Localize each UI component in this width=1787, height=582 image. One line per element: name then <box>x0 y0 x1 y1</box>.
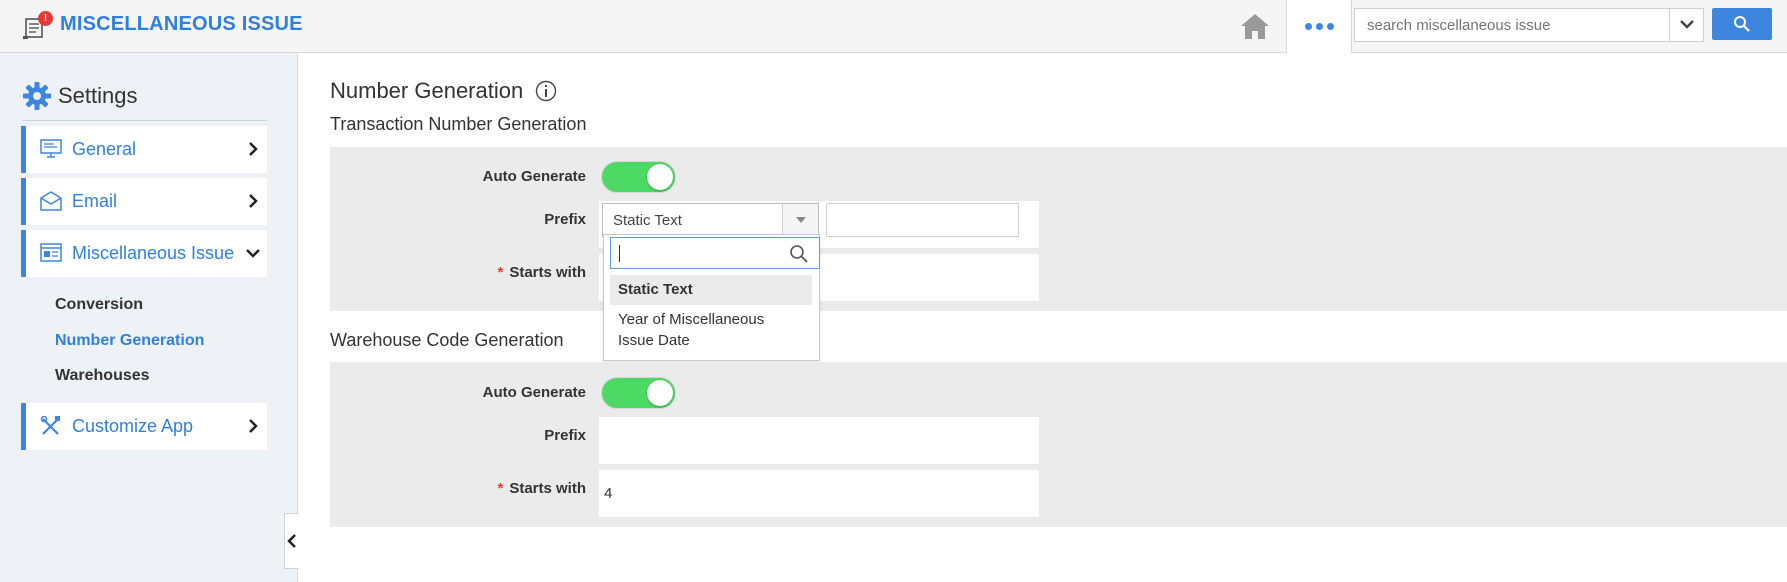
warehouse-prefix-input[interactable] <box>599 417 1039 464</box>
chevron-right-icon <box>249 419 258 433</box>
toggle-knob <box>647 164 673 190</box>
text-cursor <box>619 245 620 262</box>
dot-icon <box>1304 23 1312 30</box>
chevron-left-icon <box>287 534 296 548</box>
chevron-down-icon <box>246 249 260 258</box>
sidebar-item-general[interactable]: General <box>21 126 267 173</box>
info-icon[interactable] <box>535 80 557 102</box>
prefix-dropdown-menu: Static Text Year of Miscellaneous Issue … <box>603 234 820 361</box>
sidebar-subitem-number-generation[interactable]: Number Generation <box>55 332 204 350</box>
auto-generate-label: Auto Generate <box>482 384 586 401</box>
required-asterisk: * <box>497 480 504 497</box>
prefix-label: Prefix <box>544 211 586 228</box>
home-icon[interactable] <box>1238 10 1272 42</box>
settings-sidebar: Settings General Email Miscellaneous Iss… <box>0 53 299 582</box>
select-value: Static Text <box>613 212 682 229</box>
dot-icon <box>1315 23 1323 30</box>
sidebar-item-customize-app[interactable]: Customize App <box>21 403 267 450</box>
warehouse-section-title: Warehouse Code Generation <box>330 330 564 350</box>
transaction-auto-generate-toggle[interactable] <box>601 161 676 193</box>
search-button[interactable] <box>1712 8 1772 40</box>
envelope-icon <box>40 191 62 211</box>
prefix-type-select[interactable]: Static Text <box>602 203 819 237</box>
monitor-icon <box>40 139 62 158</box>
prefix-label: Prefix <box>544 427 586 444</box>
app-title[interactable]: MISCELLANEOUS ISSUE <box>60 13 303 36</box>
sidebar-subitem-conversion[interactable]: Conversion <box>55 296 143 314</box>
search-icon <box>790 245 808 263</box>
gear-icon <box>23 82 51 110</box>
sidebar-collapse-button[interactable] <box>284 513 299 569</box>
app-header: ! MISCELLANEOUS ISSUE <box>0 0 1787 53</box>
dropdown-option-static-text[interactable]: Static Text <box>610 275 812 305</box>
toggle-knob <box>647 380 673 406</box>
warehouse-starts-with-input[interactable]: 4 <box>599 470 1039 517</box>
search-input[interactable] <box>1354 8 1670 42</box>
form-icon <box>40 243 62 262</box>
tools-icon <box>40 416 60 435</box>
transaction-section-title: Transaction Number Generation <box>330 114 587 134</box>
sidebar-item-label: Miscellaneous Issue <box>72 243 235 263</box>
search-filter-dropdown[interactable] <box>1669 8 1704 42</box>
search-icon <box>1734 16 1750 32</box>
sidebar-subitem-warehouses[interactable]: Warehouses <box>55 367 150 385</box>
sidebar-item-label: General <box>72 139 137 159</box>
sidebar-item-label: Customize App <box>72 416 194 436</box>
required-asterisk: * <box>497 264 504 281</box>
sidebar-item-email[interactable]: Email <box>21 178 267 225</box>
settings-title: Settings <box>58 83 138 108</box>
select-arrow[interactable] <box>782 204 818 236</box>
prefix-static-text-input[interactable] <box>826 203 1019 237</box>
dropdown-option-year[interactable]: Year of Miscellaneous Issue Date <box>610 309 780 351</box>
chevron-right-icon <box>249 142 258 156</box>
notification-badge: ! <box>38 11 53 26</box>
warehouse-auto-generate-toggle[interactable] <box>601 377 676 409</box>
auto-generate-label: Auto Generate <box>482 168 586 185</box>
dot-icon <box>1326 23 1334 30</box>
starts-with-label: * Starts with <box>497 480 586 497</box>
settings-header: Settings <box>22 81 267 121</box>
sidebar-item-label: Email <box>72 191 118 211</box>
starts-with-label: * Starts with <box>497 264 586 281</box>
chevron-right-icon <box>249 194 258 208</box>
chevron-down-icon <box>1679 20 1694 29</box>
caret-down-icon <box>795 217 806 223</box>
dropdown-search-input[interactable] <box>610 237 820 269</box>
more-options-button[interactable] <box>1286 0 1352 53</box>
starts-with-value: 4 <box>604 485 613 502</box>
sidebar-item-miscellaneous-issue[interactable]: Miscellaneous Issue <box>21 230 267 277</box>
page-title: Number Generation <box>330 78 524 103</box>
